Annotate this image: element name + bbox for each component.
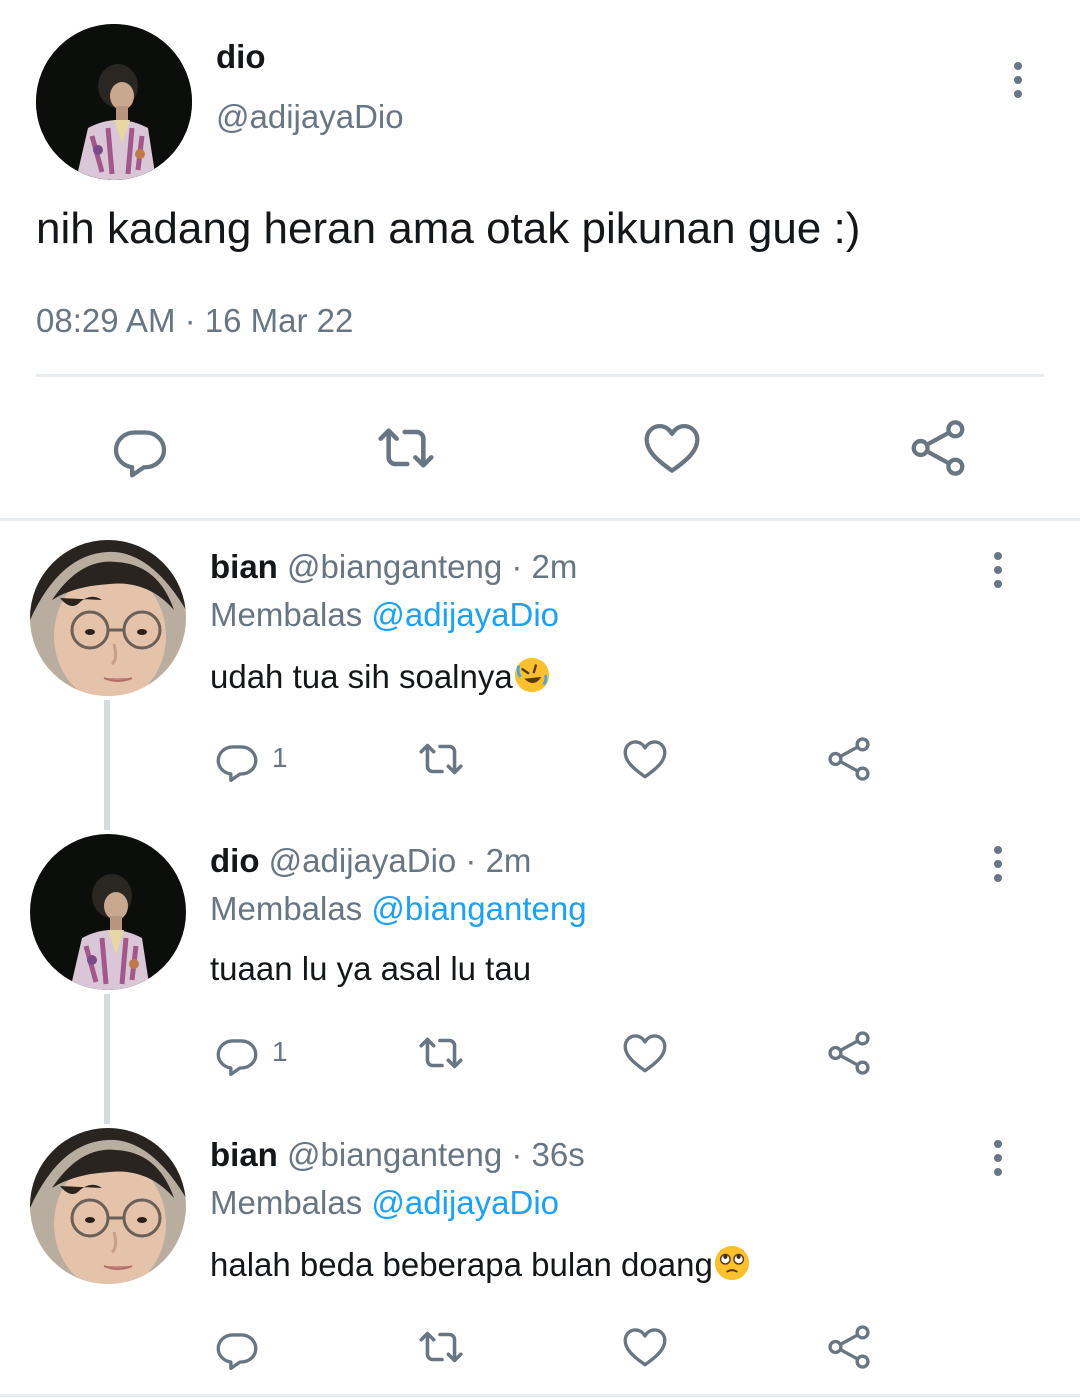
like-icon[interactable] xyxy=(620,734,670,784)
replying-to: Membalas @bianganteng xyxy=(210,890,587,928)
section-divider xyxy=(0,518,1080,521)
reply-count: 1 xyxy=(272,742,288,773)
main-divider xyxy=(36,374,1044,377)
like-icon[interactable] xyxy=(620,1322,670,1372)
main-avatar[interactable] xyxy=(36,24,192,180)
replying-label: Membalas xyxy=(210,596,363,633)
reply-header: dio @adijayaDio · 2m xyxy=(210,842,531,880)
replying-to: Membalas @adijayaDio xyxy=(210,1184,559,1222)
reply-handle-time: @adijayaDio · 2m xyxy=(268,842,532,879)
reply-handle-time: @bianganteng · 36s xyxy=(287,1136,585,1173)
reply-more-icon[interactable] xyxy=(980,1134,1016,1182)
reply-icon[interactable] xyxy=(108,416,172,480)
reply-author-name[interactable]: bian xyxy=(210,1136,278,1173)
retweet-icon[interactable] xyxy=(416,734,466,784)
replying-label: Membalas xyxy=(210,890,363,927)
retweet-icon[interactable] xyxy=(374,416,438,480)
main-tweet-text: nih kadang heran ama otak pikunan gue :) xyxy=(36,204,861,253)
mention-link[interactable]: @bianganteng xyxy=(371,890,586,927)
reply-more-icon[interactable] xyxy=(980,546,1016,594)
reply-icon[interactable] xyxy=(212,1322,262,1372)
reply-author-name[interactable]: dio xyxy=(210,842,259,879)
thread-line xyxy=(104,700,110,830)
like-icon[interactable] xyxy=(620,1028,670,1078)
share-icon[interactable] xyxy=(824,734,874,784)
reply-header: bian @bianganteng · 2m xyxy=(210,548,577,586)
retweet-icon[interactable] xyxy=(416,1028,466,1078)
share-icon[interactable] xyxy=(824,1322,874,1372)
reply-author-name[interactable]: bian xyxy=(210,548,278,585)
reply-icon[interactable] xyxy=(212,1028,262,1078)
replying-label: Membalas xyxy=(210,1184,363,1221)
share-icon[interactable] xyxy=(906,416,970,480)
main-tweet-timestamp: 08:29 AM · 16 Mar 22 xyxy=(36,302,354,339)
rolling-on-floor-laughing-emoji xyxy=(513,656,551,694)
reply-icon[interactable] xyxy=(212,734,262,784)
reply-avatar[interactable] xyxy=(30,540,186,696)
reply-handle-time: @bianganteng · 2m xyxy=(287,548,578,585)
reply-text: udah tua sih soalnya xyxy=(210,656,551,696)
main-author-handle[interactable]: @adijayaDio xyxy=(216,98,404,136)
retweet-icon[interactable] xyxy=(416,1322,466,1372)
mention-link[interactable]: @adijayaDio xyxy=(371,1184,559,1221)
reply-count: 1 xyxy=(272,1036,288,1067)
reply-more-icon[interactable] xyxy=(980,840,1016,888)
reply-text-content: halah beda beberapa bulan doang xyxy=(210,1246,713,1283)
replying-to: Membalas @adijayaDio xyxy=(210,596,559,634)
reply-header: bian @bianganteng · 36s xyxy=(210,1136,585,1174)
thread-line xyxy=(104,994,110,1124)
reply-text: tuaan lu ya asal lu tau xyxy=(210,950,532,987)
main-more-icon[interactable] xyxy=(1000,52,1036,100)
share-icon[interactable] xyxy=(824,1028,874,1078)
eye-roll-emoji xyxy=(713,1244,751,1282)
main-author-name[interactable]: dio xyxy=(216,38,265,76)
like-icon[interactable] xyxy=(640,416,704,480)
reply-avatar[interactable] xyxy=(30,1128,186,1284)
reply-text: halah beda beberapa bulan doang xyxy=(210,1244,751,1284)
reply-text-content: udah tua sih soalnya xyxy=(210,658,513,695)
bottom-divider xyxy=(0,1394,1080,1397)
mention-link[interactable]: @adijayaDio xyxy=(371,596,559,633)
reply-avatar[interactable] xyxy=(30,834,186,990)
